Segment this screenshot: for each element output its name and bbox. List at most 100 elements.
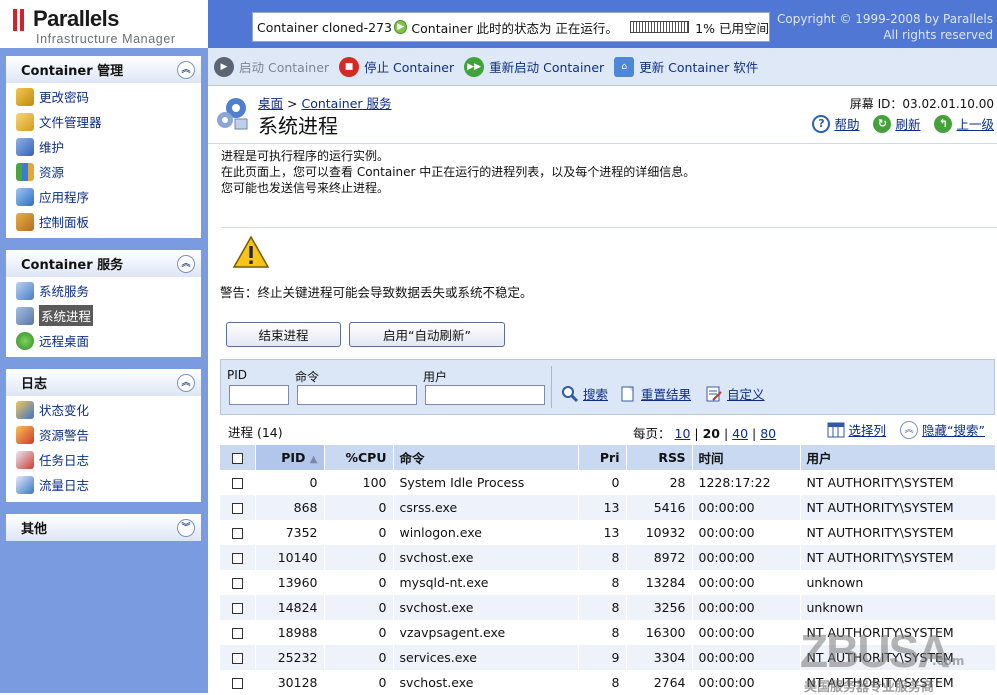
page-size-20: 20 xyxy=(702,426,720,441)
row-checkbox[interactable] xyxy=(231,503,243,514)
row-checkbox[interactable] xyxy=(231,578,243,589)
sidebar-item-resource-alerts[interactable]: 资源警告 xyxy=(6,422,201,447)
start-container-button[interactable]: ▶ 启动 Container xyxy=(214,56,329,77)
divider xyxy=(551,366,552,408)
sidebar-section-title: 其他 xyxy=(21,522,48,537)
table-row: 868 0 csrss.exe 13 5416 00:00:00 NT AUTHORITY\… xyxy=(220,495,996,520)
sidebar-item-status-change[interactable]: 状态变化 xyxy=(6,397,201,422)
reset-page-icon xyxy=(621,386,634,401)
page-title: 系统进程 xyxy=(258,114,338,138)
breadcrumb-separator: > xyxy=(287,96,298,111)
column-header-time[interactable]: 时间 xyxy=(692,445,801,470)
update-house-icon: ⌂ xyxy=(614,56,635,77)
warning-text: 警告：终止关键进程可能会导致数据丢失或系统不稳定。 xyxy=(220,285,533,300)
stop-container-button[interactable]: ■ 停止 Container xyxy=(339,56,454,77)
expand-down-icon[interactable]: ︾ xyxy=(177,518,195,537)
restart-container-button[interactable]: ▶▶ 重新启动 Container xyxy=(464,56,604,77)
table-row: 10140 0 svchost.exe 8 8972 00:00:00 NT AUTHORI… xyxy=(220,545,996,570)
column-header-command[interactable]: 命令 xyxy=(393,445,579,470)
resource-alert-icon xyxy=(16,425,34,444)
copyright: Copyright © 1999-2008 by Parallels All r… xyxy=(777,11,993,43)
sidebar-item-system-processes[interactable]: 系统进程 xyxy=(6,303,201,328)
table-header-row: PID ▲ %CPU 命令 Pri RSS 时间 用户 xyxy=(220,445,996,470)
breadcrumb-container-services-link[interactable]: Container 服务 xyxy=(301,96,391,111)
user-label: 用户 xyxy=(423,370,448,384)
sidebar-item-remote-desktop[interactable]: 远程桌面 xyxy=(6,328,201,353)
sidebar-item-control-panel[interactable]: 控制面板 xyxy=(6,209,201,234)
table-row: 7352 0 winlogon.exe 13 10932 00:00:00 NT AUTHO… xyxy=(220,520,996,545)
row-checkbox[interactable] xyxy=(231,553,243,564)
sidebar-section-header[interactable]: 日志 ︽ xyxy=(6,369,201,396)
page-size-80[interactable]: 80 xyxy=(760,426,776,441)
copyright-line-2: All rights reserved xyxy=(883,28,993,42)
pid-search-input[interactable] xyxy=(229,385,289,405)
reset-results-link[interactable]: 重置结果 xyxy=(619,384,691,403)
copyright-line-1: Copyright © 1999-2008 by Parallels xyxy=(777,12,993,26)
resources-icon xyxy=(16,162,34,181)
restart-icon: ▶▶ xyxy=(464,56,485,77)
collapse-up-icon[interactable]: ︽ xyxy=(177,373,195,392)
page-size-10[interactable]: 10 xyxy=(675,426,691,441)
customize-link[interactable]: 自定义 xyxy=(705,384,765,403)
page-size-40[interactable]: 40 xyxy=(732,426,748,441)
row-checkbox[interactable] xyxy=(231,528,243,539)
breadcrumb-desktop-link[interactable]: 桌面 xyxy=(258,96,283,111)
select-all-checkbox[interactable] xyxy=(231,453,243,464)
row-checkbox[interactable] xyxy=(231,603,243,614)
intro-line: 进程是可执行程序的运行实例。 xyxy=(221,149,390,163)
sidebar-section-other: 其他 ︾ xyxy=(6,514,201,541)
parallels-bars-icon xyxy=(13,9,27,31)
table-row: 14824 0 svchost.exe 8 3256 00:00:00 unknown xyxy=(220,595,996,620)
refresh-link[interactable]: ↻ 刷新 xyxy=(873,114,920,133)
container-status-box: Container cloned-273 ▶ Container 此时的状态为 … xyxy=(252,12,770,42)
up-level-link[interactable]: ↰ 上一级 xyxy=(934,114,994,133)
sidebar-section-header[interactable]: Container 管理 ︽ xyxy=(6,56,201,83)
system-processes-icon xyxy=(16,306,34,325)
sidebar: Container 管理 ︽ 更改密码 文件管理器 维护 资源 应用程序 控制面… xyxy=(0,48,208,693)
sidebar-item-traffic-log[interactable]: 流量日志 xyxy=(6,472,201,497)
page-actions: ? 帮助 ↻ 刷新 ↰ 上一级 xyxy=(798,114,994,133)
table-row: 25232 0 services.exe 9 3304 00:00:00 NT AUTHOR… xyxy=(220,645,996,670)
column-header-pri[interactable]: Pri xyxy=(578,445,627,470)
app-header: Parallels Infrastructure Manager Contain… xyxy=(0,0,997,48)
end-process-button[interactable]: 结束进程 xyxy=(226,322,341,347)
sidebar-item-maintenance[interactable]: 维护 xyxy=(6,134,201,159)
columns-icon xyxy=(827,422,845,437)
stop-icon: ■ xyxy=(339,56,360,77)
sidebar-item-resources[interactable]: 资源 xyxy=(6,159,201,184)
column-header-rss[interactable]: RSS xyxy=(626,445,693,470)
sidebar-section-header[interactable]: 其他 ︾ xyxy=(6,514,201,541)
row-checkbox[interactable] xyxy=(231,628,243,639)
row-checkbox[interactable] xyxy=(231,678,243,689)
disk-usage-bar xyxy=(629,21,690,33)
collapse-up-icon[interactable]: ︽ xyxy=(177,60,195,79)
sidebar-item-change-password[interactable]: 更改密码 xyxy=(6,84,201,109)
user-search-input[interactable] xyxy=(425,385,545,405)
task-log-icon xyxy=(16,450,34,469)
update-container-software-button[interactable]: ⌂ 更新 Container 软件 xyxy=(614,56,758,77)
column-header-user[interactable]: 用户 xyxy=(800,445,996,470)
row-checkbox[interactable] xyxy=(231,478,243,489)
collapse-up-icon[interactable]: ︽ xyxy=(177,254,195,273)
select-columns-link[interactable]: 选择列 xyxy=(827,420,886,439)
row-checkbox[interactable] xyxy=(231,653,243,664)
hide-search-link[interactable]: ︽ 隐藏“搜索” xyxy=(900,420,985,439)
container-toolbar: ▶ 启动 Container ■ 停止 Container ▶▶ 重新启动 Conta… xyxy=(208,48,997,86)
table-row: 13960 0 mysqld-nt.exe 8 13284 00:00:00 unknown xyxy=(220,570,996,595)
sidebar-item-file-manager[interactable]: 文件管理器 xyxy=(6,109,201,134)
column-header-cpu[interactable]: %CPU xyxy=(324,445,394,470)
table-row: 0 100 System Idle Process 0 28 1228:17:22 NT A… xyxy=(220,470,996,495)
search-link[interactable]: 搜索 xyxy=(561,384,608,403)
remote-desktop-icon xyxy=(16,331,34,350)
sidebar-section-header[interactable]: Container 服务 ︽ xyxy=(6,250,201,277)
command-search-input[interactable] xyxy=(297,385,417,405)
sidebar-item-task-log[interactable]: 任务日志 xyxy=(6,447,201,472)
sidebar-item-system-services[interactable]: 系统服务 xyxy=(6,278,201,303)
column-header-pid[interactable]: PID ▲ xyxy=(255,445,325,470)
select-all-checkbox-cell[interactable] xyxy=(220,445,256,470)
enable-auto-refresh-button[interactable]: 启用“自动刷新” xyxy=(349,322,505,347)
sidebar-item-applications[interactable]: 应用程序 xyxy=(6,184,201,209)
intro-line: 您可能也发送信号来终止进程。 xyxy=(221,181,390,195)
help-link[interactable]: ? 帮助 xyxy=(812,114,859,133)
page-size-selector: 每页： 10 | 20 | 40 | 80 xyxy=(633,426,777,441)
